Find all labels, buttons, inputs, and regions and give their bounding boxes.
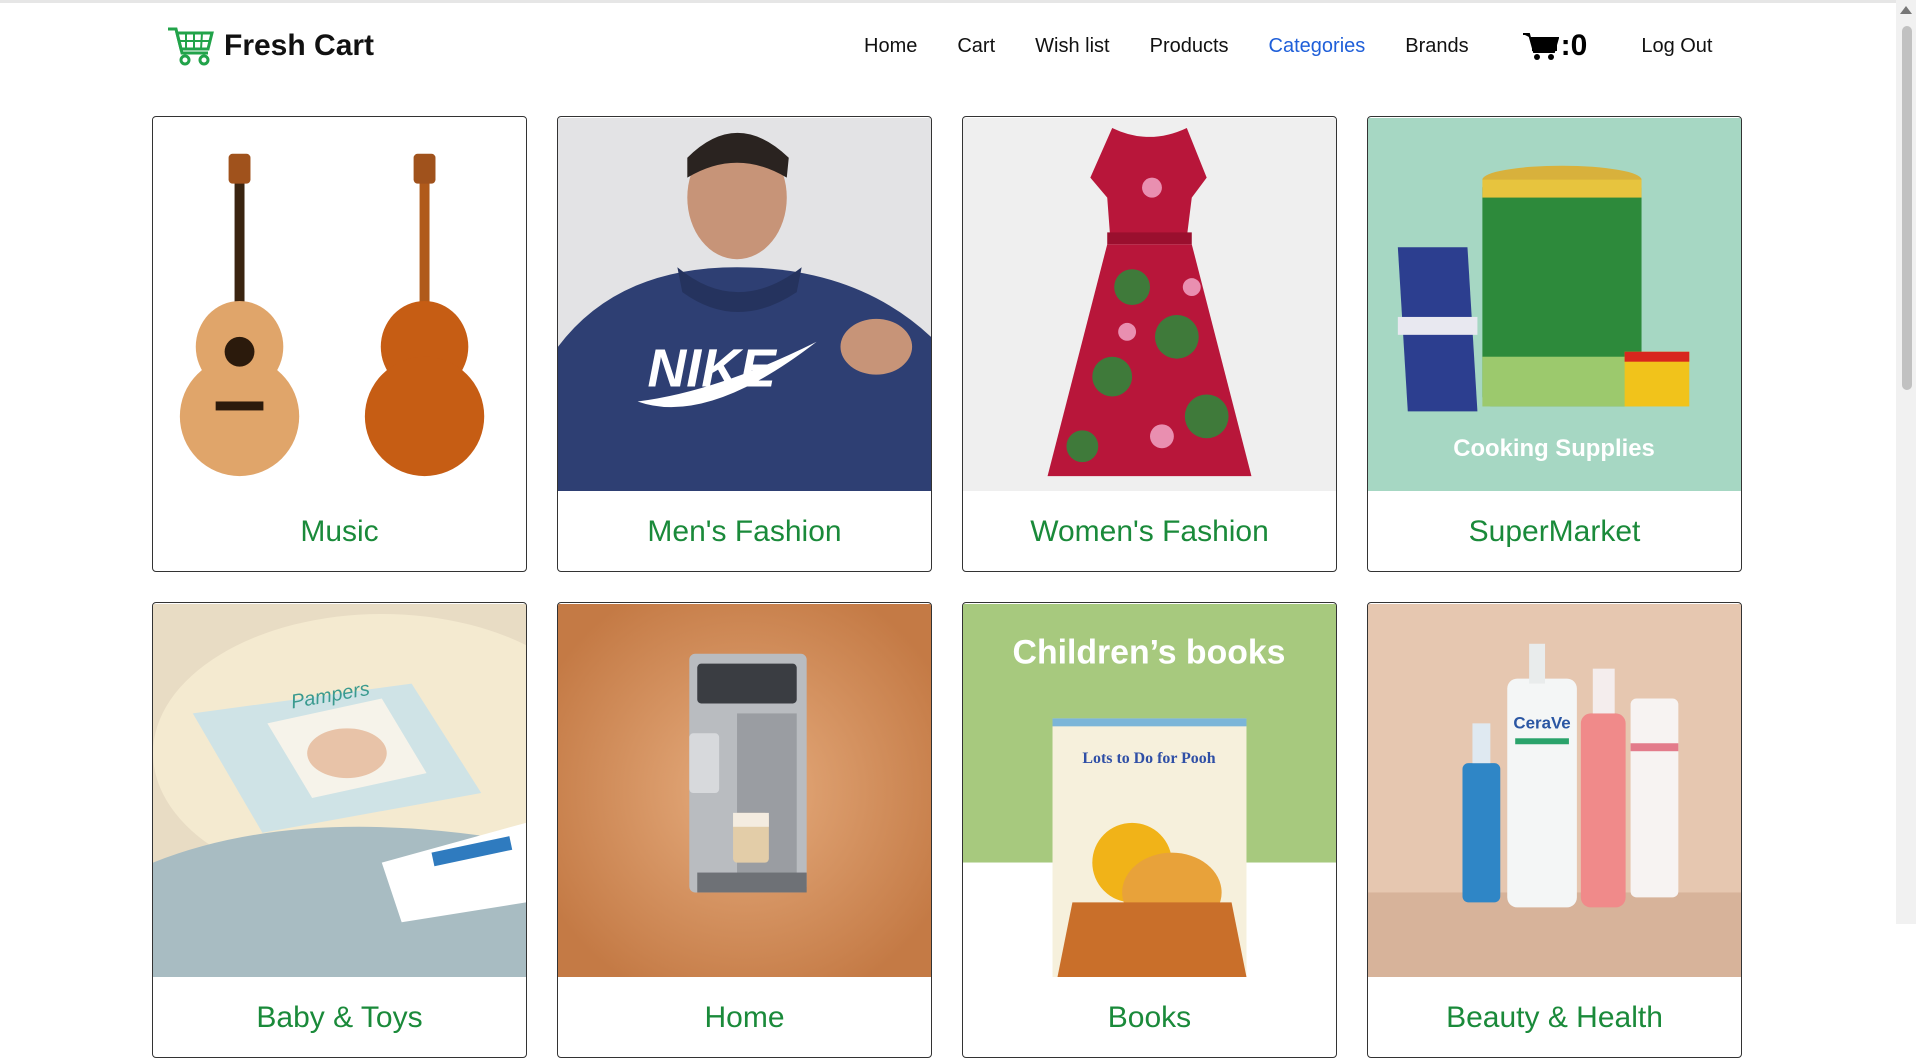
nav-categories[interactable]: Categories	[1269, 35, 1366, 58]
navbar: Fresh Cart Home Cart Wish list Products …	[0, 3, 1896, 89]
diapers-image: Pampers	[153, 604, 526, 977]
categories-grid: Music NIKE Men's Fashion Women's Fashion…	[152, 116, 1742, 1058]
category-card-home[interactable]: Home	[557, 602, 932, 1058]
category-name: Home	[704, 1001, 785, 1034]
category-name: Books	[1107, 1001, 1192, 1034]
category-image: NIKE	[558, 117, 931, 492]
cart-button[interactable]: :0	[1522, 29, 1588, 62]
book-title: Lots to Do for Pooh	[1082, 750, 1215, 767]
category-card-music[interactable]: Music	[152, 116, 527, 572]
brand-logo[interactable]: Fresh Cart	[166, 23, 374, 69]
cerave-label: CeraVe	[1513, 713, 1570, 732]
books-banner-text: Children’s books	[1013, 634, 1286, 672]
nav-home[interactable]: Home	[864, 35, 917, 58]
category-name: SuperMarket	[1468, 515, 1641, 548]
skincare-image: CeraVe	[1368, 604, 1741, 977]
category-image: Cooking Supplies	[1368, 117, 1741, 492]
supermarket-banner-text: Cooking Supplies	[1453, 435, 1655, 462]
category-card-beauty-health[interactable]: CeraVe Beauty & Health	[1367, 602, 1742, 1058]
category-image: Children’s books Lots to Do for Pooh	[963, 603, 1336, 978]
category-name: Women's Fashion	[1030, 515, 1269, 548]
brand-name: Fresh Cart	[224, 29, 375, 62]
category-name: Beauty & Health	[1446, 1001, 1663, 1034]
category-image	[963, 117, 1336, 492]
category-card-supermarket[interactable]: Cooking Supplies SuperMarket	[1367, 116, 1742, 572]
category-card-womens-fashion[interactable]: Women's Fashion	[962, 116, 1337, 572]
category-image: Pampers	[153, 603, 526, 978]
nav-brands[interactable]: Brands	[1405, 35, 1468, 58]
category-image: CeraVe	[1368, 603, 1741, 978]
dress-image	[963, 118, 1336, 491]
nav-products[interactable]: Products	[1150, 35, 1229, 58]
cart-icon	[1522, 33, 1559, 60]
coffee-machine-image	[558, 604, 931, 977]
cart-logo-icon	[168, 27, 214, 66]
category-name: Men's Fashion	[647, 515, 842, 548]
nav-cart[interactable]: Cart	[957, 35, 995, 58]
category-card-books[interactable]: Children’s books Lots to Do for Pooh Boo…	[962, 602, 1337, 1058]
supermarket-image: Cooking Supplies	[1368, 118, 1741, 491]
cart-count: :0	[1560, 29, 1588, 62]
category-image	[153, 117, 526, 492]
category-name: Baby & Toys	[256, 1001, 423, 1034]
category-card-baby-toys[interactable]: Pampers Baby & Toys	[152, 602, 527, 1058]
childrens-books-image: Children’s books Lots to Do for Pooh	[963, 604, 1336, 977]
scroll-up-arrow-icon[interactable]	[1900, 6, 1912, 14]
category-name: Music	[300, 515, 379, 548]
nav-wishlist[interactable]: Wish list	[1035, 35, 1109, 58]
scrollbar-thumb[interactable]	[1902, 26, 1912, 390]
category-card-mens-fashion[interactable]: NIKE Men's Fashion	[557, 116, 932, 572]
hoodie-model-image: NIKE	[558, 118, 931, 491]
logout-link[interactable]: Log Out	[1641, 35, 1712, 58]
guitars-image	[153, 118, 526, 491]
nav-links: Home Cart Wish list Products Categories …	[864, 31, 1713, 61]
category-image	[558, 603, 931, 978]
